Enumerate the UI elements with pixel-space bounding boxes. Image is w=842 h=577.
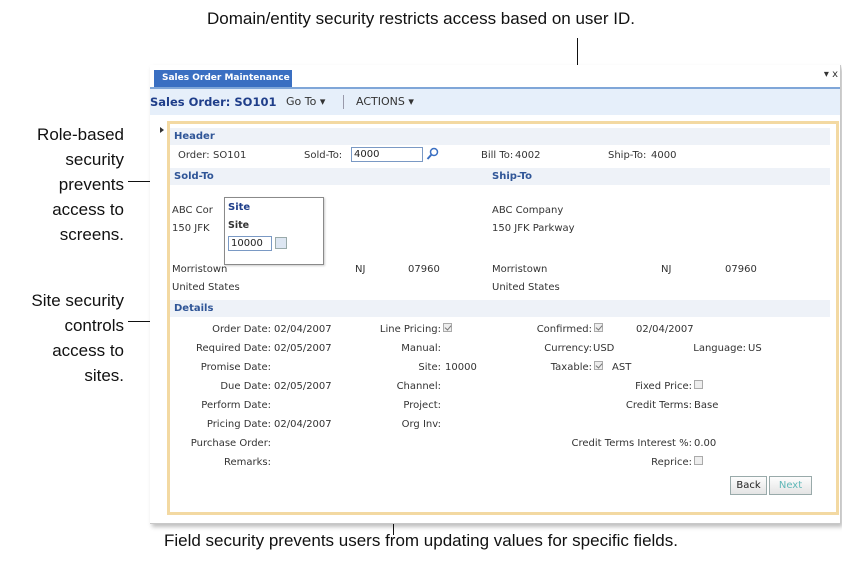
language-label: Language: [693, 343, 746, 354]
shipto-city: Morristown [492, 264, 548, 275]
shipto-label: Ship-To: [608, 150, 647, 161]
perform-date-label: Perform Date: [201, 400, 271, 411]
callout-line: access to [52, 200, 124, 219]
soldto-country: United States [172, 282, 240, 293]
collapse-marker-icon[interactable] [160, 127, 164, 133]
search-icon[interactable] [426, 146, 440, 160]
pin-close-icon[interactable]: ▾ x [824, 69, 838, 80]
reprice-label: Reprice: [651, 457, 692, 468]
tab-strip: Sales Order Maintenance ▾ x [150, 65, 840, 89]
site-popup-title: Site [228, 202, 251, 213]
order-date-value: 02/04/2007 [274, 324, 332, 335]
order-panel: Header Order: SO101 Sold-To: 4000 Bill T… [167, 121, 839, 515]
toolbar: Sales Order: SO101 Go To ▾ ACTIONS ▾ [150, 89, 840, 115]
order-value: SO101 [213, 150, 247, 161]
taxable-checkbox[interactable] [594, 361, 603, 370]
shipto-street: 150 JFK Parkway [492, 223, 575, 234]
actions-menu[interactable]: ACTIONS ▾ [356, 89, 414, 115]
purchase-order-label: Purchase Order: [190, 438, 271, 449]
line-pricing-label: Line Pricing: [379, 324, 441, 335]
order-label: Order: [178, 150, 210, 161]
due-date-value: 02/05/2007 [274, 381, 332, 392]
billto-label: Bill To: [481, 150, 514, 161]
org-inv-label: Org Inv: [401, 419, 441, 430]
domain-security-callout: Domain/entity security restricts access … [207, 9, 635, 28]
shipto-name: ABC Company [492, 205, 564, 216]
fixed-price-label: Fixed Price: [635, 381, 692, 392]
shipto-country: United States [492, 282, 560, 293]
taxable-value: AST [612, 362, 632, 373]
site-popup: Site Site 10000 [224, 197, 324, 265]
tab-sales-order-maintenance[interactable]: Sales Order Maintenance [154, 70, 292, 87]
shipto-value: 4000 [651, 150, 677, 161]
callout-line: access to [52, 341, 124, 360]
callout-line: Site security [31, 291, 124, 310]
role-security-callout: Role-based security prevents access to s… [0, 122, 124, 247]
next-button[interactable]: Next [769, 476, 812, 495]
billto-value: 4002 [515, 150, 541, 161]
soldto-state: NJ [355, 264, 366, 275]
taxable-label: Taxable: [550, 362, 592, 373]
promise-date-label: Promise Date: [200, 362, 271, 373]
soldto-label: Sold-To: [304, 150, 343, 161]
callout-line: sites. [84, 366, 124, 385]
field-security-callout: Field security prevents users from updat… [163, 531, 678, 550]
manual-label: Manual: [401, 343, 441, 354]
pricing-date-value: 02/04/2007 [274, 419, 332, 430]
remarks-label: Remarks: [223, 457, 271, 468]
soldto-name: ABC Cor [172, 205, 213, 216]
order-date-label: Order Date: [212, 324, 271, 335]
currency-value: USD [593, 343, 615, 354]
callout-line: security [65, 150, 124, 169]
channel-label: Channel: [396, 381, 441, 392]
required-date-value: 02/05/2007 [274, 343, 332, 354]
soldto-street: 150 JFK [172, 223, 210, 234]
shipto-section: Ship-To [488, 168, 830, 185]
site-security-callout: Site security controls access to sites. [0, 288, 124, 388]
confirmed-label: Confirmed: [536, 324, 592, 335]
site-lookup-icon[interactable] [275, 237, 287, 249]
soldto-input-value: 4000 [354, 149, 380, 160]
project-label: Project: [403, 400, 441, 411]
callout-line: screens. [59, 225, 124, 244]
site-label: Site: [418, 362, 441, 373]
soldto-section: Sold-To [170, 168, 488, 185]
soldto-zip: 07960 [408, 264, 440, 275]
sales-order-window: Sales Order Maintenance ▾ x Sales Order:… [150, 65, 841, 524]
credit-terms-label: Credit Terms: [625, 400, 692, 411]
site-value: 10000 [445, 362, 477, 373]
toolbar-divider [343, 95, 344, 109]
goto-menu[interactable]: Go To ▾ [286, 89, 325, 115]
page-title: Sales Order: SO101 [150, 95, 277, 109]
site-popup-input[interactable]: 10000 [228, 236, 272, 251]
shipto-zip: 07960 [725, 264, 757, 275]
soldto-input[interactable]: 4000 [351, 147, 423, 162]
site-popup-label: Site [228, 220, 250, 231]
header-section: Header [170, 128, 830, 145]
details-section: Details [170, 300, 830, 317]
due-date-label: Due Date: [220, 381, 271, 392]
confirmed-date: 02/04/2007 [636, 324, 694, 335]
language-value: US [748, 343, 762, 354]
fixed-price-checkbox[interactable] [694, 380, 703, 389]
line-pricing-checkbox[interactable] [443, 323, 452, 332]
site-popup-value: 10000 [231, 238, 263, 249]
shipto-state: NJ [661, 264, 672, 275]
pricing-date-label: Pricing Date: [206, 419, 271, 430]
reprice-checkbox[interactable] [694, 456, 703, 465]
callout-line: controls [64, 316, 124, 335]
credit-terms-value: Base [694, 400, 719, 411]
required-date-label: Required Date: [196, 343, 271, 354]
back-button[interactable]: Back [730, 476, 767, 495]
currency-label: Currency: [544, 343, 592, 354]
soldto-city: Morristown [172, 264, 228, 275]
credit-interest-value: 0.00 [694, 438, 717, 449]
callout-line: Role-based [37, 125, 124, 144]
confirmed-checkbox[interactable] [594, 323, 603, 332]
callout-line: prevents [58, 175, 124, 194]
credit-interest-label: Credit Terms Interest %: [571, 438, 692, 449]
